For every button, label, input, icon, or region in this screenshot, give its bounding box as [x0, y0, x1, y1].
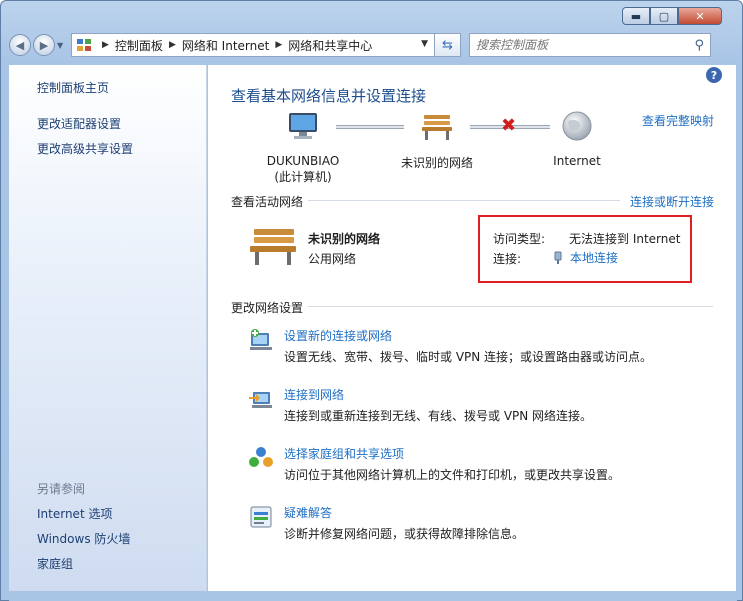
navigation-bar: ◀ ▶ ▼ ▶ 控制面板 ▶ 网络和 Internet ▶ 网络和共享中心 ▼ … — [9, 31, 737, 59]
control-panel-icon — [77, 39, 91, 51]
globe-icon — [562, 111, 592, 141]
sidebar-item-internet-options[interactable]: Internet 选项 — [37, 505, 112, 522]
see-also-heading: 另请参阅 — [37, 482, 86, 496]
active-network-name: 未识别的网络 — [308, 232, 381, 246]
help-icon[interactable]: ? — [706, 67, 722, 83]
internet-label: Internet — [553, 154, 601, 168]
setup-connection-desc: 设置无线、宽带、拨号、临时或 VPN 连接；或设置路由器或访问点。 — [284, 350, 653, 364]
refresh-button[interactable]: ⇆ — [435, 33, 461, 57]
page-title: 查看基本网络信息并设置连接 — [231, 87, 427, 105]
task-connect-to-network: 连接到网络 连接到或重新连接到无线、有线、拨号或 VPN 网络连接。 — [248, 386, 708, 426]
breadcrumb-separator-icon: ▶ — [102, 40, 109, 50]
divider — [308, 306, 713, 307]
maximize-button[interactable]: ▢ — [650, 7, 678, 25]
sidebar-item-control-panel-home[interactable]: 控制面板主页 — [37, 79, 109, 96]
back-arrow-icon: ◀ — [15, 38, 25, 52]
sidebar-item-change-advanced-sharing[interactable]: 更改高级共享设置 — [37, 140, 133, 157]
close-button[interactable]: ✕ — [678, 7, 722, 25]
task-troubleshoot: 疑难解答 诊断并修复网络问题，或获得故障排除信息。 — [248, 504, 708, 544]
active-network: 未识别的网络 公用网络 — [248, 223, 448, 273]
computer-icon — [289, 113, 317, 139]
connection-label: 连接: — [493, 252, 522, 266]
connect-network-icon — [249, 392, 272, 408]
address-dropdown-icon[interactable]: ▼ — [421, 39, 428, 49]
sidebar-item-windows-firewall[interactable]: Windows 防火墙 — [37, 530, 130, 547]
network-node[interactable]: 未识别的网络 — [392, 109, 482, 171]
setup-connection-link[interactable]: 设置新的连接或网络 — [284, 327, 392, 344]
setup-connection-icon — [250, 329, 272, 350]
connect-disconnect-link[interactable]: 连接或断开连接 — [630, 193, 714, 210]
forward-button[interactable]: ▶ — [33, 34, 55, 56]
window-bottom-border — [9, 591, 737, 601]
left-navigation-pane: 控制面板主页 更改适配器设置 更改高级共享设置 另请参阅 Internet 选项… — [9, 65, 207, 591]
network-adapter-icon — [554, 251, 562, 264]
search-input[interactable] — [476, 38, 676, 52]
homegroup-sharing-desc: 访问位于其他网络计算机上的文件和打印机，或更改共享设置。 — [284, 468, 621, 482]
breadcrumb-separator-icon[interactable]: ▶ — [275, 40, 282, 50]
access-type-label: 访问类型: — [493, 232, 546, 246]
internet-node[interactable]: Internet — [532, 109, 622, 168]
connect-to-network-desc: 连接到或重新连接到无线、有线、拨号或 VPN 网络连接。 — [284, 409, 593, 423]
breadcrumb-network-sharing-center[interactable]: 网络和共享中心 — [288, 37, 372, 54]
connect-to-network-link[interactable]: 连接到网络 — [284, 386, 344, 403]
chevron-down-icon: ▼ — [57, 40, 64, 50]
divider — [308, 200, 620, 201]
bench-icon — [250, 229, 296, 265]
troubleshoot-link[interactable]: 疑难解答 — [284, 504, 332, 521]
troubleshoot-icon — [250, 506, 272, 528]
refresh-icon: ⇆ — [442, 37, 453, 53]
breadcrumb-separator-icon[interactable]: ▶ — [169, 40, 176, 50]
bench-icon — [422, 115, 452, 140]
task-homegroup-sharing: 选择家庭组和共享选项 访问位于其他网络计算机上的文件和打印机，或更改共享设置。 — [248, 445, 708, 485]
address-bar[interactable]: ▶ 控制面板 ▶ 网络和 Internet ▶ 网络和共享中心 ▼ — [71, 33, 435, 57]
local-connection-label[interactable]: 本地连接 — [570, 249, 618, 266]
task-setup-connection: 设置新的连接或网络 设置无线、宽带、拨号、临时或 VPN 连接；或设置路由器或访… — [248, 327, 708, 367]
change-settings-header: 更改网络设置 — [231, 301, 304, 315]
access-type-value: 无法连接到 Internet — [569, 232, 681, 246]
no-connection-x-icon: ✖ — [501, 115, 517, 136]
sidebar-item-change-adapter-settings[interactable]: 更改适配器设置 — [37, 115, 121, 132]
computer-node[interactable]: DUKUNBIAO (此计算机) — [258, 109, 348, 185]
back-button[interactable]: ◀ — [9, 34, 31, 56]
homegroup-sharing-link[interactable]: 选择家庭组和共享选项 — [284, 445, 404, 462]
troubleshoot-desc: 诊断并修复网络问题，或获得故障排除信息。 — [284, 527, 525, 541]
search-box[interactable]: ⚲ — [469, 33, 711, 57]
network-map: DUKUNBIAO (此计算机) 未识别的网络 ✖ Internet — [258, 109, 678, 189]
computer-subtitle: (此计算机) — [274, 170, 332, 184]
active-network-type[interactable]: 公用网络 — [308, 250, 356, 267]
search-icon[interactable]: ⚲ — [694, 38, 704, 53]
network-name: 未识别的网络 — [400, 156, 473, 170]
recent-pages-dropdown[interactable]: ▼ — [57, 41, 67, 50]
sidebar-item-homegroup[interactable]: 家庭组 — [37, 555, 73, 572]
computer-name: DUKUNBIAO — [266, 154, 340, 168]
breadcrumb-network-internet[interactable]: 网络和 Internet — [182, 37, 269, 54]
window-frame: ▬ ▢ ✕ ◀ ▶ ▼ ▶ 控制面板 ▶ 网络和 Internet ▶ 网络和共… — [0, 0, 743, 601]
homegroup-icon — [249, 447, 273, 467]
active-networks-header: 查看活动网络 — [231, 195, 304, 209]
main-content: ? 查看基本网络信息并设置连接 查看完整映射 DUKUNBIAO (此计算机) — [208, 65, 736, 591]
breadcrumb-control-panel[interactable]: 控制面板 — [115, 37, 163, 54]
local-connection-link[interactable]: 本地连接 — [552, 249, 618, 266]
minimize-button[interactable]: ▬ — [622, 7, 650, 25]
caption-buttons: ▬ ▢ ✕ — [622, 7, 722, 25]
forward-arrow-icon: ▶ — [39, 38, 49, 52]
